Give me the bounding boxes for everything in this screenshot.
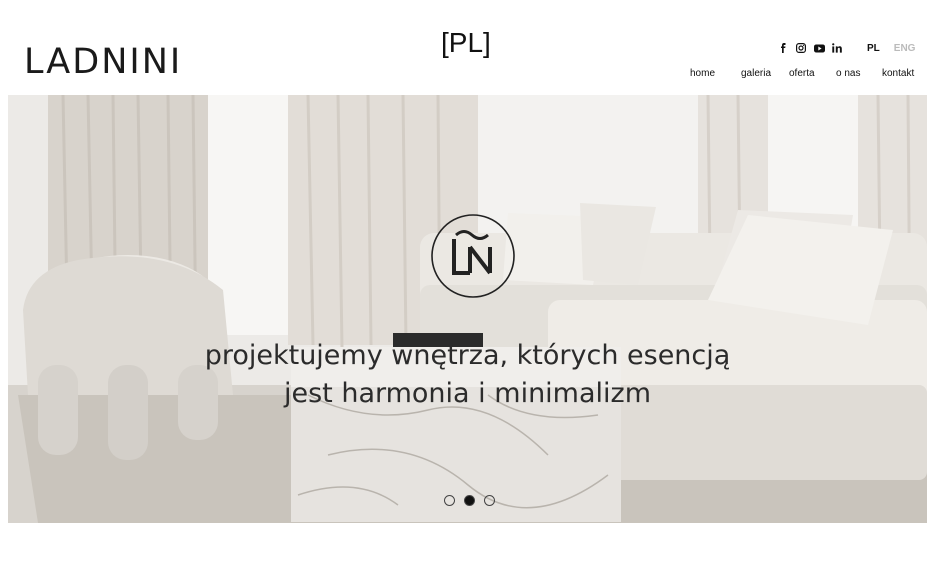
- hero-tagline: projektujemy wnętrza, których esencją je…: [8, 337, 927, 413]
- linkedin-icon[interactable]: [831, 42, 843, 54]
- slider-dots: [444, 495, 495, 506]
- language-tag: [PL]: [441, 27, 491, 58]
- nav-galeria[interactable]: galeria: [741, 68, 771, 79]
- nav-oferta[interactable]: oferta: [789, 68, 815, 79]
- social-links: [777, 42, 843, 54]
- language-switcher: PL ENG: [867, 43, 915, 54]
- lang-pl-link[interactable]: PL: [867, 43, 880, 54]
- instagram-icon[interactable]: [795, 42, 807, 54]
- nav-home[interactable]: home: [690, 68, 715, 79]
- brand-logo[interactable]: LADNINI: [24, 40, 182, 84]
- slider-dot-1[interactable]: [444, 495, 455, 506]
- hero-image: [8, 95, 927, 523]
- lang-eng-link[interactable]: ENG: [894, 43, 916, 54]
- hero-tagline-line1: projektujemy wnętrza, których esencją: [204, 340, 731, 371]
- brand-monogram-icon: [430, 213, 516, 299]
- nav-o-nas[interactable]: o nas: [836, 68, 860, 79]
- facebook-icon[interactable]: [777, 42, 789, 54]
- slider-dot-3[interactable]: [484, 495, 495, 506]
- hero-slider[interactable]: projektujemy wnętrza, których esencją je…: [8, 95, 927, 523]
- hero-tagline-line2: jest harmonia i minimalizm: [283, 378, 652, 409]
- slider-dot-2[interactable]: [464, 495, 475, 506]
- nav-kontakt[interactable]: kontakt: [882, 68, 914, 79]
- youtube-icon[interactable]: [813, 42, 825, 54]
